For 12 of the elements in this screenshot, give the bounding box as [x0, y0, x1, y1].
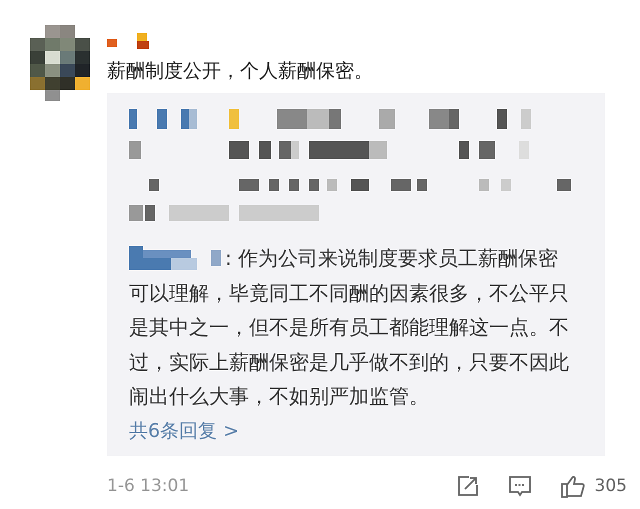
thumbs-up-icon[interactable]: [560, 474, 585, 498]
reply-text-line: 是其中之一，但不是所有员工都能理解这一点。不: [129, 314, 569, 341]
reply-text-line: 闹出什么大事，不如别严加监管。: [129, 383, 429, 410]
reply-text-line: : 作为公司来说制度要求员工薪酬保密: [225, 245, 558, 272]
like-count: 305: [594, 476, 627, 496]
more-replies-link[interactable]: 共6条回复 >: [129, 418, 240, 444]
comment-text: 薪酬制度公开，个人薪酬保密。: [107, 59, 374, 84]
share-icon[interactable]: [456, 474, 479, 496]
reply-text-line: 过，实际上薪酬保密是几乎做不到的，只要不因此: [129, 348, 569, 376]
comment-icon[interactable]: [508, 474, 531, 496]
timestamp: 1-6 13:01: [107, 476, 190, 496]
reply-text-line: 可以理解，毕竟同工不同酬的因素很多，不公平只: [129, 280, 569, 306]
